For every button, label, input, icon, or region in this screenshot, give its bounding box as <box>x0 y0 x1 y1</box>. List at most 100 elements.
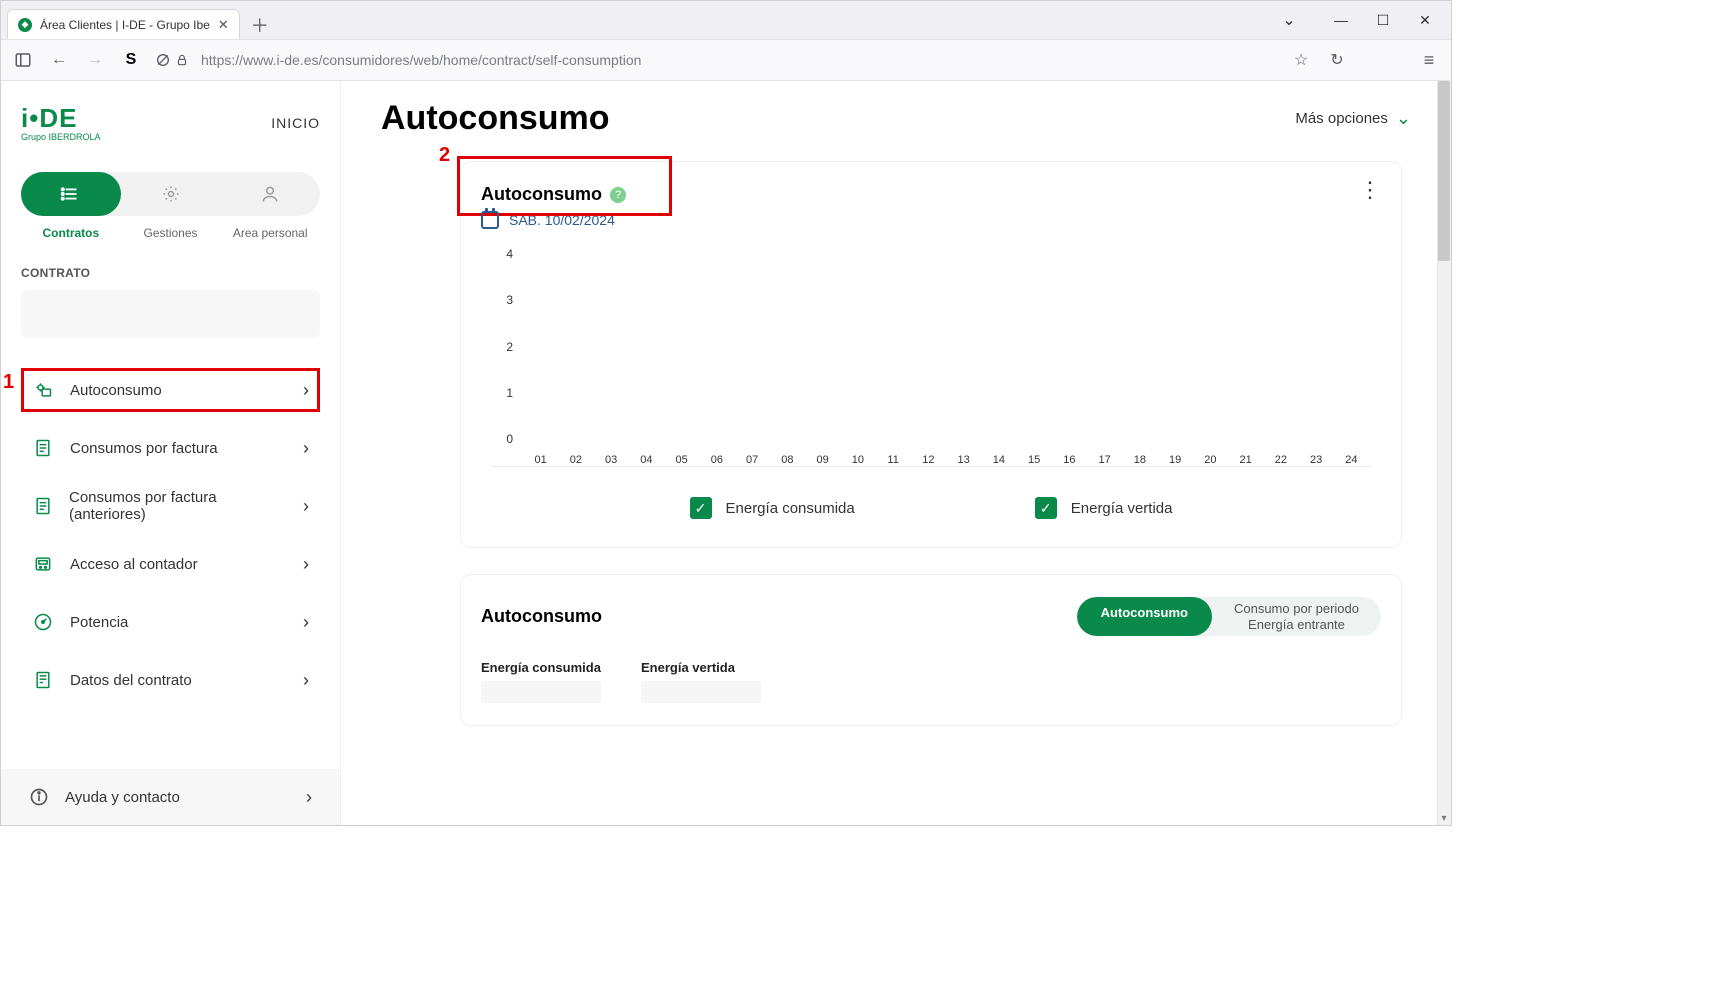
bookmark-star-icon[interactable]: ☆ <box>1289 48 1313 72</box>
chevron-right-icon: › <box>303 670 309 691</box>
sidebar-item-consumos-factura-anteriores[interactable]: Consumos por factura (anteriores) › <box>21 484 320 528</box>
autoconsumo-chart: 43210 0102030405060708091011121314151617… <box>491 247 1371 467</box>
help-label: Ayuda y contacto <box>65 789 180 806</box>
url-text[interactable]: https://www.i-de.es/consumidores/web/hom… <box>201 52 641 68</box>
col-label: Energía vertida <box>641 660 761 675</box>
window-controls: ⌄ — ☐ ✕ <box>1279 1 1445 39</box>
maximize-button[interactable]: ☐ <box>1373 12 1393 29</box>
brand-logo[interactable]: i•DE Grupo IBERDROLA <box>21 103 101 142</box>
contract-data-icon <box>32 669 54 691</box>
chevron-right-icon: › <box>303 380 309 401</box>
tab-title: Área Clientes | I-DE - Grupo Ibe <box>40 18 210 32</box>
invoice-icon <box>32 437 54 459</box>
seg-opt-periodo[interactable]: Consumo por periodo Energía entrante <box>1212 597 1381 636</box>
view-mode-segmented: Autoconsumo Consumo por periodo Energía … <box>1077 597 1381 636</box>
chart-x-axis: 0102030405060708091011121314151617181920… <box>521 454 1371 466</box>
card-menu-button[interactable]: ⋮ <box>1359 184 1381 195</box>
sidebar-item-label: Datos del contrato <box>70 672 192 689</box>
chart-legend: ✓ Energía consumida ✓ Energía vertida <box>481 497 1381 525</box>
more-options-label: Más opciones <box>1295 110 1388 127</box>
chart-y-axis: 43210 <box>491 247 519 446</box>
meter-icon <box>32 553 54 575</box>
more-options-button[interactable]: Más opciones ⌄ <box>1295 108 1411 129</box>
sidebar-item-acceso-contador[interactable]: Acceso al contador › <box>21 542 320 586</box>
sidebar-toggle-icon[interactable] <box>11 48 35 72</box>
home-link[interactable]: INICIO <box>271 115 320 131</box>
chevron-right-icon: › <box>303 612 309 633</box>
contract-section-title: CONTRATO <box>21 266 320 280</box>
scroll-thumb[interactable] <box>1438 81 1450 261</box>
col-label: Energía consumida <box>481 660 601 675</box>
col-value-placeholder <box>481 681 601 703</box>
tab-label-contratos[interactable]: Contratos <box>21 226 121 240</box>
page-viewport: i•DE Grupo IBERDROLA INICIO Contratos Ge… <box>1 81 1451 825</box>
minimize-button[interactable]: — <box>1331 12 1351 28</box>
extension-s-icon[interactable]: S <box>119 48 143 72</box>
legend-item-consumida[interactable]: ✓ Energía consumida <box>690 497 855 519</box>
invoice-history-icon <box>32 495 53 517</box>
tab-contratos-icon[interactable] <box>21 172 121 216</box>
sidebar-item-potencia[interactable]: Potencia › <box>21 600 320 644</box>
sidebar-item-label: Consumos por factura <box>70 440 218 457</box>
annotation-2-box <box>457 156 672 216</box>
legend-label: Energía consumida <box>726 500 855 517</box>
tab-gestiones-icon[interactable] <box>121 172 221 216</box>
contract-selector[interactable] <box>21 290 320 338</box>
autoconsumo-icon <box>32 379 54 401</box>
legend-item-vertida[interactable]: ✓ Energía vertida <box>1035 497 1173 519</box>
calendar-icon <box>481 211 499 229</box>
nav-back-button[interactable]: ← <box>47 48 71 72</box>
main-content: Autoconsumo Más opciones ⌄ 2 Autoconsumo… <box>341 81 1451 825</box>
logo-main: i•DE <box>21 103 77 134</box>
browser-window: ◆ Área Clientes | I-DE - Grupo Ibe ✕ ＋ ⌄… <box>0 0 1452 826</box>
sidebar-item-consumos-factura[interactable]: Consumos por factura › <box>21 426 320 470</box>
info-icon <box>29 787 49 807</box>
app-sidebar: i•DE Grupo IBERDROLA INICIO Contratos Ge… <box>1 81 341 825</box>
close-tab-icon[interactable]: ✕ <box>218 17 229 33</box>
chevron-right-icon: › <box>306 787 312 808</box>
scrollbar[interactable]: ▴ ▾ <box>1437 81 1451 825</box>
seg-opt-line1: Consumo por periodo <box>1234 601 1359 617</box>
browser-tab[interactable]: ◆ Área Clientes | I-DE - Grupo Ibe ✕ <box>7 9 240 39</box>
sidebar-item-label: Potencia <box>70 614 128 631</box>
scroll-down-button[interactable]: ▾ <box>1437 811 1451 825</box>
logo-sub: Grupo IBERDROLA <box>21 132 101 142</box>
reload-button[interactable]: ↻ <box>1325 48 1349 72</box>
sidebar-item-autoconsumo[interactable]: Autoconsumo › <box>21 368 320 412</box>
sidebar-item-label: Acceso al contador <box>70 556 198 573</box>
seg-opt-line2: Energía entrante <box>1234 617 1359 633</box>
annotation-2: 2 <box>439 144 450 167</box>
tab-label-gestiones[interactable]: Gestiones <box>121 226 221 240</box>
address-bar: ← → S https://www.i-de.es/consumidores/w… <box>1 39 1451 81</box>
sidebar-mode-tabs <box>21 172 320 216</box>
sidebar-item-help[interactable]: Ayuda y contacto › <box>1 769 340 825</box>
col-value-placeholder <box>641 681 761 703</box>
checkbox-checked-icon[interactable]: ✓ <box>690 497 712 519</box>
chevron-down-icon: ⌄ <box>1396 108 1411 129</box>
new-tab-button[interactable]: ＋ <box>246 11 274 39</box>
summary-col-consumida: Energía consumida <box>481 660 601 703</box>
close-window-button[interactable]: ✕ <box>1415 12 1435 29</box>
chevron-right-icon: › <box>303 496 309 517</box>
favicon-icon: ◆ <box>18 18 32 32</box>
summary-col-vertida: Energía vertida <box>641 660 761 703</box>
nav-forward-button: → <box>83 48 107 72</box>
app-menu-button[interactable]: ≡ <box>1417 48 1441 72</box>
checkbox-checked-icon[interactable]: ✓ <box>1035 497 1057 519</box>
chevron-right-icon: › <box>303 554 309 575</box>
spacer <box>1361 48 1405 72</box>
tab-area-personal-icon[interactable] <box>220 172 320 216</box>
sidebar-item-label: Consumos por factura (anteriores) <box>69 489 287 523</box>
tab-label-area-personal[interactable]: Area personal <box>220 226 320 240</box>
seg-opt-autoconsumo[interactable]: Autoconsumo <box>1077 597 1212 636</box>
power-gauge-icon <box>32 611 54 633</box>
sidebar-item-datos-contrato[interactable]: Datos del contrato › <box>21 658 320 702</box>
site-security[interactable] <box>155 52 189 68</box>
annotation-1: 1 <box>3 371 14 394</box>
page-title: Autoconsumo <box>381 99 610 138</box>
chart-grid <box>521 247 1371 446</box>
tabs-dropdown-icon[interactable]: ⌄ <box>1279 10 1299 30</box>
summary-title: Autoconsumo <box>481 606 602 627</box>
chevron-right-icon: › <box>303 438 309 459</box>
sidebar-menu: Autoconsumo › Consumos por factura › Con… <box>21 368 320 702</box>
